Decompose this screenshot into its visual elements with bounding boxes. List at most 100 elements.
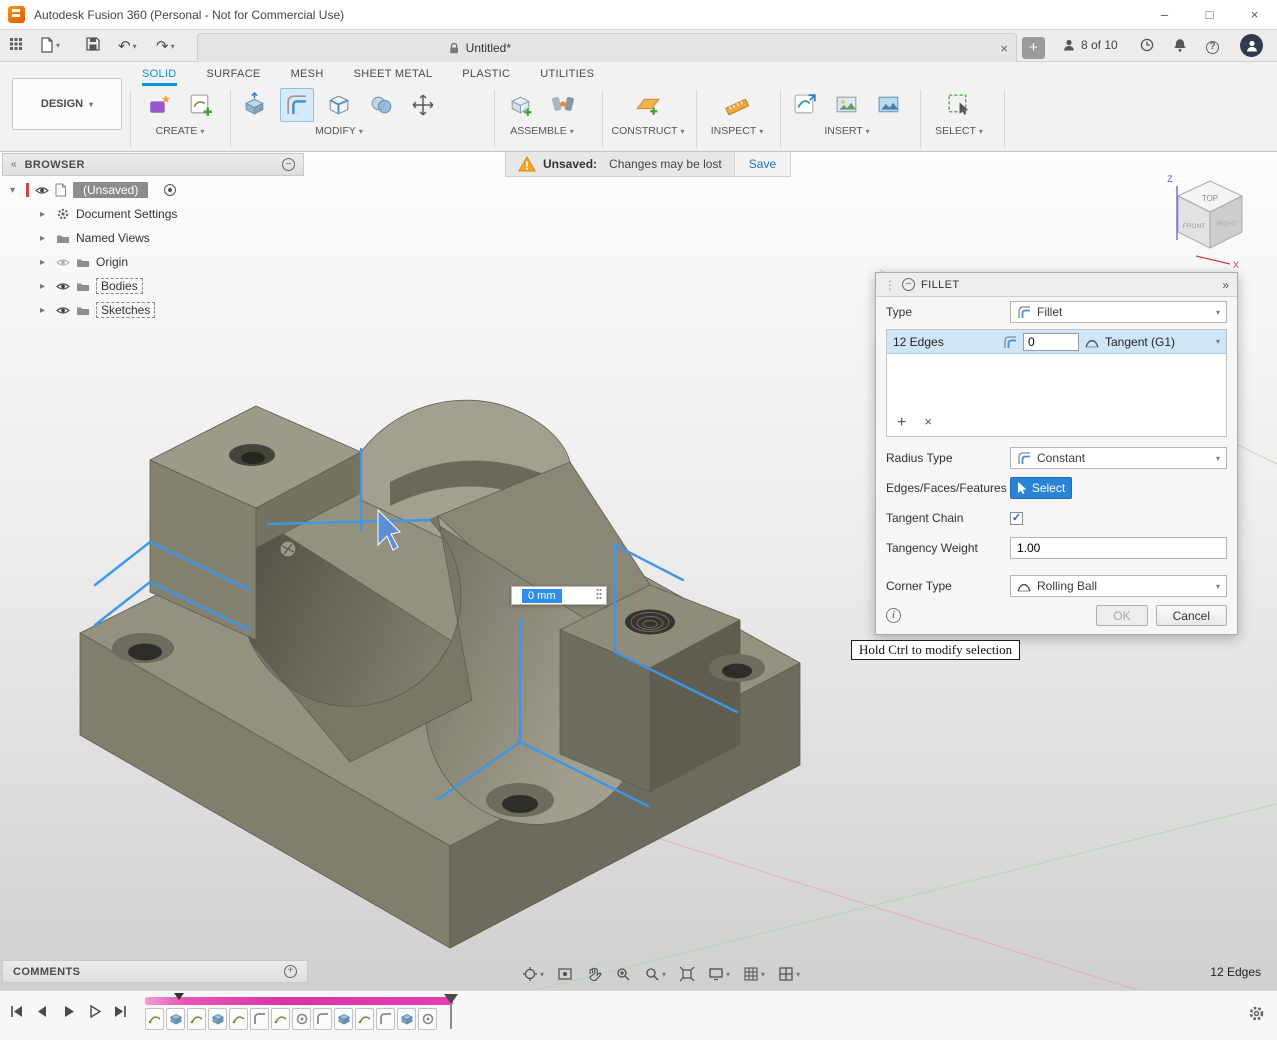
timeline-feature-sketch[interactable] [145, 1008, 164, 1030]
save-link[interactable]: Save [734, 152, 790, 176]
combine-button[interactable] [364, 88, 398, 122]
timeline-feature-extrude[interactable] [166, 1008, 185, 1030]
document-tab[interactable]: Untitled* × [197, 33, 1017, 62]
timeline-feature-extrude[interactable] [208, 1008, 227, 1030]
move-copy-button[interactable] [406, 88, 440, 122]
viewports-tool[interactable]: ▾ [778, 966, 800, 982]
notifications-clock-icon[interactable] [1140, 38, 1154, 55]
select-menu[interactable]: SELECT▾ [924, 125, 994, 137]
construct-plane-button[interactable] [631, 88, 665, 122]
remove-edge-set-button[interactable]: × [924, 414, 932, 432]
minimize-button[interactable]: – [1142, 0, 1187, 30]
play-button[interactable] [60, 1003, 77, 1020]
modify-menu[interactable]: MODIFY▾ [238, 125, 440, 137]
drag-dots-icon[interactable]: ⋮ [884, 278, 896, 292]
tangency-weight-input[interactable] [1010, 537, 1227, 559]
type-dropdown[interactable]: Fillet ▾ [1010, 301, 1227, 323]
timeline-feature-sketch[interactable] [355, 1008, 374, 1030]
comments-panel-header[interactable]: COMMENTS + [2, 960, 308, 983]
timeline-feature-chamfer[interactable] [313, 1008, 332, 1030]
tree-item-bodies[interactable]: ▸ Bodies [2, 274, 304, 298]
assemble-menu[interactable]: ASSEMBLE▾ [502, 125, 582, 137]
browser-collapse-icon[interactable]: – [282, 158, 295, 171]
tree-item-sketches[interactable]: ▸ Sketches [2, 298, 304, 322]
tangent-chain-checkbox[interactable]: ✓ [1010, 512, 1023, 525]
dialog-expand-icon[interactable]: » [1222, 278, 1229, 292]
step-forward-button[interactable] [86, 1003, 103, 1020]
fillet-dialog-header[interactable]: ⋮ – FILLET » [876, 273, 1237, 297]
add-edge-set-button[interactable]: + [897, 414, 906, 432]
create-form-button[interactable] [142, 88, 176, 122]
close-button[interactable]: × [1232, 0, 1277, 30]
save-button[interactable] [86, 37, 100, 51]
tree-item-document-settings[interactable]: ▸ Document Settings [2, 202, 304, 226]
visibility-eye-icon[interactable] [56, 282, 70, 291]
document-tab-close-icon[interactable]: × [1000, 41, 1008, 56]
pan-tool[interactable] [586, 966, 602, 982]
insert-decal-button[interactable] [830, 88, 864, 122]
timeline-feature-extrude[interactable] [334, 1008, 353, 1030]
zoom-tool[interactable]: ▾ [644, 966, 666, 982]
cancel-button[interactable]: Cancel [1156, 605, 1227, 626]
timeline-feature-chamfer[interactable] [250, 1008, 269, 1030]
file-menu-button[interactable]: ▾ [40, 37, 60, 53]
create-menu[interactable]: CREATE▾ [140, 125, 220, 137]
dimension-drag-handle-icon[interactable] [592, 587, 606, 604]
tab-solid[interactable]: SOLID [142, 64, 177, 86]
info-icon[interactable]: i [886, 608, 901, 623]
tree-item-origin[interactable]: ▸ Origin [2, 250, 304, 274]
construct-menu[interactable]: CONSTRUCT▾ [605, 125, 691, 137]
timeline-feature-sketch[interactable] [187, 1008, 206, 1030]
help-icon[interactable]: ? [1206, 38, 1219, 54]
expander-icon[interactable]: ▸ [40, 209, 50, 220]
tab-utilities[interactable]: UTILITIES [540, 64, 594, 86]
look-at-tool[interactable] [557, 966, 573, 982]
undo-button[interactable]: ↶▾ [118, 37, 137, 55]
browser-panel-header[interactable]: « BROWSER – [2, 153, 304, 176]
tree-root-row[interactable]: ▾ (Unsaved) [2, 178, 304, 202]
fillet-button-active[interactable] [280, 88, 314, 122]
orbit-tool[interactable]: ▾ [522, 966, 544, 982]
step-back-button[interactable] [34, 1003, 51, 1020]
visibility-eye-icon[interactable] [56, 306, 70, 315]
zoom-window-tool[interactable] [615, 966, 631, 982]
job-status[interactable]: 8 of 10 [1062, 38, 1118, 52]
go-to-end-button[interactable] [112, 1003, 129, 1020]
insert-canvas-button[interactable] [872, 88, 906, 122]
radius-dimension-input[interactable]: 0 mm [511, 586, 607, 605]
workspace-selector[interactable]: DESIGN ▾ [12, 78, 122, 130]
timeline-settings-gear-icon[interactable] [1248, 1005, 1265, 1025]
timeline-feature-sketch[interactable] [271, 1008, 290, 1030]
display-settings-tool[interactable]: ▾ [708, 966, 730, 982]
timeline-feature-extrude[interactable] [397, 1008, 416, 1030]
press-pull-button[interactable] [238, 88, 272, 122]
dimension-value[interactable]: 0 mm [522, 589, 562, 603]
inspect-menu[interactable]: INSPECT▾ [700, 125, 774, 137]
app-grid-icon[interactable] [9, 37, 23, 51]
visibility-off-eye-icon[interactable] [56, 258, 70, 267]
create-sketch-button[interactable] [184, 88, 218, 122]
model-pillow-block[interactable] [80, 400, 800, 948]
edge-set-row[interactable]: 12 Edges Tangent (G1) ▾ [887, 330, 1226, 354]
new-tab-button[interactable]: + [1022, 37, 1045, 59]
timeline-marker[interactable] [174, 993, 184, 1000]
timeline-feature-hole[interactable] [418, 1008, 437, 1030]
tab-mesh[interactable]: MESH [291, 64, 324, 86]
expander-icon[interactable]: ▸ [40, 257, 50, 268]
user-avatar[interactable] [1240, 34, 1263, 57]
timeline-feature-hole[interactable] [292, 1008, 311, 1030]
activate-radio-icon[interactable] [164, 184, 176, 196]
corner-type-dropdown[interactable]: Rolling Ball ▾ [1010, 575, 1227, 597]
tab-sheet-metal[interactable]: SHEET METAL [354, 64, 433, 86]
new-component-button[interactable] [504, 88, 538, 122]
ok-button[interactable]: OK [1096, 605, 1147, 626]
tree-item-named-views[interactable]: ▸ Named Views [2, 226, 304, 250]
shell-button[interactable] [322, 88, 356, 122]
measure-button[interactable] [720, 88, 754, 122]
select-button[interactable]: Select [1010, 477, 1072, 499]
expander-icon[interactable]: ▸ [40, 233, 50, 244]
notification-bell-icon[interactable] [1173, 38, 1187, 55]
view-cube[interactable]: TOP FRONT RIGHT Z X [1167, 174, 1242, 270]
tab-surface[interactable]: SURFACE [207, 64, 261, 86]
select-tool-button[interactable] [942, 88, 976, 122]
